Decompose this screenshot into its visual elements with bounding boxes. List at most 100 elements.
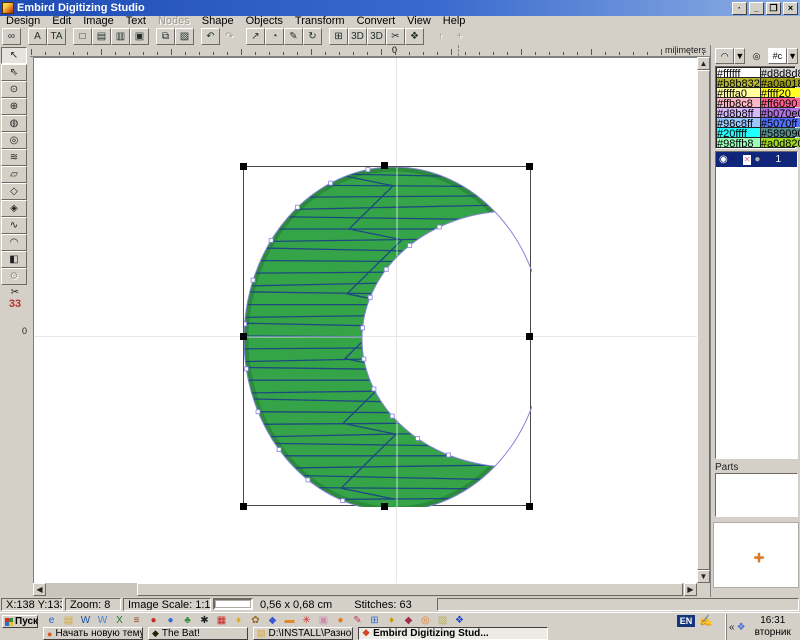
pattern-selector[interactable]: #c <box>768 48 787 64</box>
quick-launch-icon-24[interactable]: ▨ <box>435 614 450 628</box>
browse-designs-button[interactable]: ∞ <box>2 28 21 45</box>
copy-button[interactable]: ⧉ <box>156 28 175 45</box>
vertical-scroll-thumb[interactable] <box>697 70 710 570</box>
palette-color[interactable]: #5070ff <box>761 118 800 127</box>
quick-launch-icon-9[interactable]: ♣ <box>180 614 195 628</box>
shape-nodes-tool-button[interactable]: ◈ <box>1 200 27 217</box>
palette-color[interactable]: #20ffff <box>717 128 760 137</box>
quick-launch-icon-15[interactable]: ▬ <box>282 614 297 628</box>
selection-bounding-box[interactable] <box>243 166 531 506</box>
language-indicator[interactable]: EN <box>677 615 695 627</box>
menu-image[interactable]: Image <box>77 16 120 27</box>
mdi-minimize-button[interactable]: · <box>732 2 747 15</box>
quick-launch-icon-11[interactable]: ▦ <box>214 614 229 628</box>
adjust-stitches-button[interactable]: ✂ <box>386 28 405 45</box>
menu-view[interactable]: View <box>401 16 437 27</box>
curve-style-button[interactable]: ◠ <box>715 48 734 64</box>
scroll-up-button[interactable]: ▲ <box>697 57 710 70</box>
menu-transform[interactable]: Transform <box>289 16 351 27</box>
quick-launch-icon-22[interactable]: ◆ <box>401 614 416 628</box>
menu-design[interactable]: Design <box>0 16 46 27</box>
quick-launch-icon-23[interactable]: ◎ <box>418 614 433 628</box>
pattern-dropdown-arrow[interactable]: ▼ <box>787 48 798 64</box>
fill-stitches-tool-button[interactable]: ≋ <box>1 149 27 166</box>
scroll-left-button[interactable]: ◀ <box>33 583 46 596</box>
visibility-icon[interactable]: ◉ <box>719 154 728 165</box>
palette-color[interactable]: #ffffff <box>717 68 760 77</box>
save-file-button[interactable]: ▣ <box>130 28 149 45</box>
menu-help[interactable]: Help <box>437 16 472 27</box>
palette-color[interactable]: #98ffb8 <box>717 138 760 147</box>
tray-app-icon[interactable]: ❖ <box>737 622 746 633</box>
task-button-4[interactable]: ❖Embird Digitizing Stud... <box>358 627 548 640</box>
menu-objects[interactable]: Objects <box>240 16 289 27</box>
shape-settings-tool-button[interactable]: ◧ <box>1 251 27 268</box>
zigzag-tool-button[interactable]: ∿ <box>1 217 27 234</box>
quick-launch-icon-2[interactable]: ▤ <box>61 614 76 628</box>
quick-launch-icon-3[interactable]: W <box>78 614 93 628</box>
text-tool-button[interactable]: A <box>28 28 47 45</box>
view-3d-stitches-button[interactable]: 3D <box>367 28 386 45</box>
palette-color[interactable]: #a0d820 <box>761 138 800 147</box>
quick-launch-icon-7[interactable]: ● <box>146 614 161 628</box>
selection-handle[interactable] <box>526 333 533 340</box>
quick-launch-icon-18[interactable]: ● <box>333 614 348 628</box>
palette-color[interactable]: #d8d8d8 <box>761 68 800 77</box>
outline-hole-tool-button[interactable]: ◎ <box>1 132 27 149</box>
menu-text[interactable]: Text <box>120 16 152 27</box>
horizontal-scroll-thumb[interactable] <box>137 583 683 596</box>
parts-list[interactable] <box>715 473 798 517</box>
menu-edit[interactable]: Edit <box>46 16 77 27</box>
task-button-1[interactable]: ●Начать новую тему :: B... <box>43 627 143 640</box>
quick-launch-icon-17[interactable]: ▣ <box>316 614 331 628</box>
zoom-1-1-tool-button[interactable]: ⊕ <box>1 98 27 115</box>
zoom-tool-button[interactable]: ⊙ <box>1 81 27 98</box>
scroll-right-button[interactable]: ▶ <box>684 583 697 596</box>
select-curve-button[interactable]: ↗ <box>246 28 265 45</box>
paste-button[interactable]: ▨ <box>175 28 194 45</box>
palette-color[interactable]: #ffb8c8 <box>717 98 760 107</box>
horizontal-scrollbar[interactable]: ◀ ▶ <box>33 583 697 597</box>
selection-handle[interactable] <box>381 162 388 169</box>
open-file-button[interactable]: ▤ <box>92 28 111 45</box>
start-button[interactable]: Пуск <box>2 615 38 628</box>
palette-color[interactable]: #a0a018 <box>761 78 800 87</box>
quick-launch-icon-14[interactable]: ◆ <box>265 614 280 628</box>
palette-color[interactable]: #d8b8ff <box>717 108 760 117</box>
text-transform-button[interactable]: TA <box>47 28 66 45</box>
quick-launch-icon-16[interactable]: ✳ <box>299 614 314 628</box>
object-list[interactable]: ◉ ☾ ✕ ● 1 <box>715 151 798 459</box>
selection-handle[interactable] <box>526 163 533 170</box>
restore-button[interactable]: ❐ <box>766 2 781 15</box>
design-canvas[interactable] <box>33 57 697 583</box>
image-options-button[interactable]: ❖ <box>405 28 424 45</box>
quick-launch-icon-6[interactable]: ≡ <box>129 614 144 628</box>
task-button-3[interactable]: ▤D:\INSTALL\Разное\Embird <box>253 627 353 640</box>
menu-shape[interactable]: Shape <box>196 16 240 27</box>
quick-launch-icon-10[interactable]: ✱ <box>197 614 212 628</box>
machine-button[interactable]: ◎ <box>748 48 764 64</box>
import-file-button[interactable]: ▥ <box>111 28 130 45</box>
scroll-down-button[interactable]: ▼ <box>697 570 710 583</box>
menu-convert[interactable]: Convert <box>351 16 402 27</box>
selection-handle[interactable] <box>240 503 247 510</box>
view-3d-button[interactable]: 3D <box>348 28 367 45</box>
selection-handle[interactable] <box>240 163 247 170</box>
hand-icon[interactable]: ✍ <box>699 614 713 627</box>
new-file-button[interactable]: □ <box>73 28 92 45</box>
speed-gauge-button[interactable]: ◔ <box>265 28 284 45</box>
measure-button[interactable]: ✎ <box>284 28 303 45</box>
crescent-design-object[interactable] <box>244 167 532 507</box>
rotate-button[interactable]: ↻ <box>303 28 322 45</box>
palette-color[interactable]: #ffffa0 <box>717 88 760 97</box>
ribbon-tool-button[interactable]: ◇ <box>1 183 27 200</box>
palette-color[interactable]: #b8b832 <box>717 78 760 87</box>
selection-handle[interactable] <box>526 503 533 510</box>
quick-launch-icon-20[interactable]: ⊞ <box>367 614 382 628</box>
quick-launch-icon-5[interactable]: X <box>112 614 127 628</box>
palette-color[interactable]: #b070e0 <box>761 108 800 117</box>
quick-launch-icon-25[interactable]: ❖ <box>452 614 467 628</box>
curve-style-dropdown-arrow[interactable]: ▼ <box>734 48 745 64</box>
palette-color[interactable]: #ffff20 <box>761 88 800 97</box>
quick-launch-icon-1[interactable]: e <box>44 614 59 628</box>
